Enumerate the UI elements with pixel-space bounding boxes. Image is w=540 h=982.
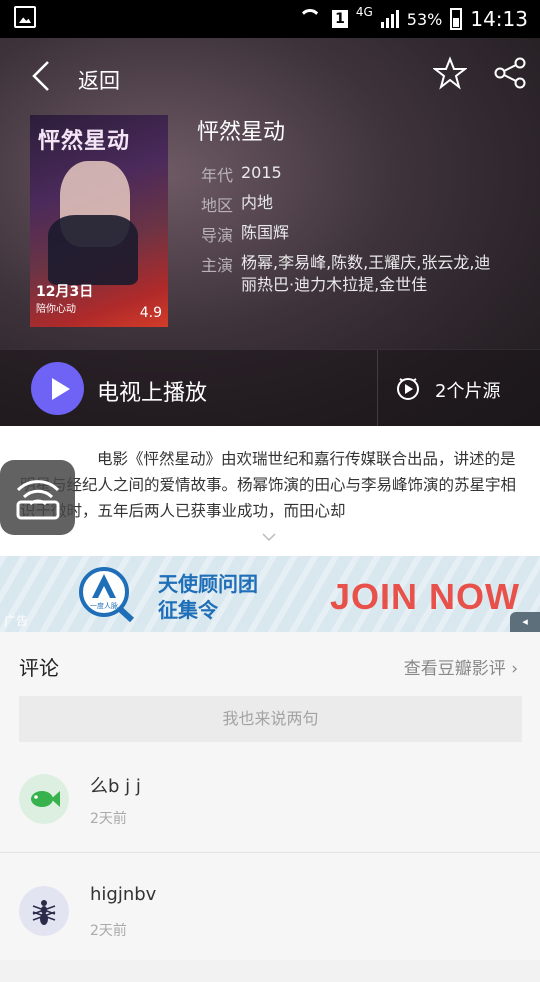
battery-percent: 53% [406, 9, 443, 29]
battery-icon [450, 8, 463, 30]
ad-banner[interactable]: 一度人脉 天使顾问团 征集令 JOIN NOW 广告 ◂ [0, 556, 540, 632]
info-value: 杨幂,李易峰,陈数,王耀庆,张云龙,迪丽热巴·迪力木拉提,金世佳 [241, 253, 491, 294]
info-value: 内地 [241, 193, 274, 212]
info-row-year: 年代 2015 [201, 162, 501, 186]
info-label: 地区 [201, 196, 234, 215]
floating-cast-button[interactable] [0, 460, 75, 535]
ad-cta[interactable]: JOIN NOW [330, 576, 520, 618]
info-label: 年代 [201, 166, 234, 185]
back-arrow-icon[interactable] [30, 60, 58, 92]
share-icon[interactable] [493, 56, 527, 90]
ad-label: 广告 [4, 614, 29, 628]
comment-time: 2天前 [90, 923, 127, 939]
comments-title: 评论 [19, 656, 59, 680]
play-icon[interactable] [31, 362, 84, 415]
divider [377, 350, 378, 427]
info-label: 导演 [201, 226, 234, 245]
wifi-cast-icon [16, 480, 60, 520]
ad-logo-caption: 一度人脉 [90, 601, 118, 610]
info-label: 主演 [201, 256, 234, 275]
network-type: 4G [355, 5, 373, 19]
ad-close-icon[interactable]: ◂ [510, 612, 540, 632]
sources-button[interactable]: 2个片源 [435, 377, 500, 403]
favorite-star-icon[interactable] [433, 56, 467, 90]
movie-poster[interactable]: 怦然星动 12月3日 陪你心动 4.9 [30, 115, 168, 327]
douban-reviews-label: 查看豆瓣影评 [403, 659, 506, 679]
clock: 14:13 [470, 7, 528, 31]
tv-play-button[interactable]: 电视上播放 [97, 375, 207, 407]
info-row-cast: 主演 杨幂,李易峰,陈数,王耀庆,张云龙,迪丽热巴·迪力木拉提,金世佳 [201, 252, 501, 296]
wifi-icon [298, 9, 324, 29]
poster-title: 怦然星动 [38, 129, 131, 154]
ad-subheadline: 征集令 [158, 598, 218, 622]
info-row-director: 导演 陈国辉 [201, 222, 501, 246]
info-value: 2015 [241, 163, 282, 182]
synopsis-section[interactable]: 电影《怦然星动》由欢瑞世纪和嘉行传媒联合出品，讲述的是明星与经纪人之间的爱情故事… [0, 426, 540, 556]
back-button[interactable]: 返回 [78, 65, 120, 95]
poster-figure [48, 215, 138, 285]
signal-icon [380, 10, 399, 28]
movie-title: 怦然星动 [197, 120, 286, 145]
action-bar: 电视上播放 2个片源 [0, 349, 540, 427]
divider [0, 852, 540, 853]
comment-item[interactable]: higjnbv 2天前 [0, 872, 540, 982]
top-nav: 返回 [0, 38, 540, 118]
comment-input[interactable]: 我也来说两句 [19, 696, 522, 742]
poster-subtitle: 陪你心动 [36, 304, 76, 315]
comments-section: 评论 查看豆瓣影评 › 我也来说两句 么b j j 2天前 higjnbv 2天… [0, 632, 540, 960]
ad-headline: 天使顾问团 [158, 572, 258, 596]
ant-icon [19, 886, 69, 936]
chevron-right-icon: › [511, 659, 518, 679]
info-row-region: 地区 内地 [201, 192, 501, 216]
fish-icon [19, 774, 69, 824]
douban-reviews-link[interactable]: 查看豆瓣影评 › [404, 654, 518, 679]
comment-item[interactable]: 么b j j 2天前 [0, 760, 540, 870]
rating: 4.9 [139, 305, 162, 321]
search-logo-icon: 一度人脉 [79, 567, 135, 623]
comment-author: 么b j j [90, 776, 141, 797]
comment-author: higjnbv [90, 884, 157, 905]
sim-badge: 1 [332, 10, 348, 28]
video-source-icon[interactable] [395, 375, 421, 401]
chevron-down-icon[interactable] [262, 530, 276, 544]
movie-header: 返回 怦然星动 12月3日 陪你心动 4.9 怦然星动 年代 2015 地区 内… [0, 38, 540, 427]
gallery-icon [14, 6, 36, 28]
synopsis-text: 电影《怦然星动》由欢瑞世纪和嘉行传媒联合出品，讲述的是明星与经纪人之间的爱情故事… [20, 450, 517, 520]
comment-time: 2天前 [90, 811, 127, 827]
poster-date: 12月3日 [36, 284, 94, 300]
status-bar: 1 4G 53% 14:13 [0, 0, 540, 38]
info-value: 陈国辉 [241, 223, 290, 242]
